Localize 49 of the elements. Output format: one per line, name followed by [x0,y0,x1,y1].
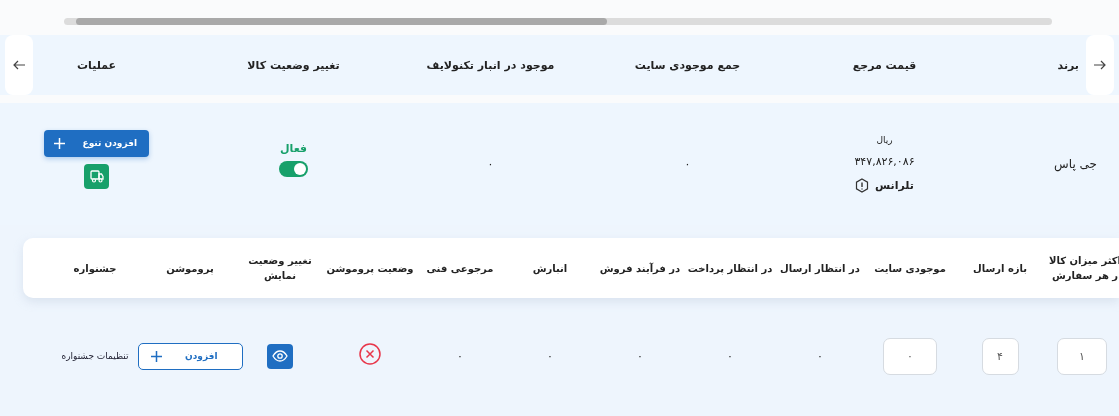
add-promotion-button[interactable]: افزودن [137,342,243,370]
reference-price: ۳۴۷,۸۲۶,۰۸۶ [854,155,915,168]
input-field[interactable]: ۱ [1057,337,1107,375]
input-field[interactable]: ۰ [883,337,937,375]
scroll-right-button[interactable] [1086,35,1114,95]
column-header: مرجوعی فنی [426,261,494,276]
scroll-left-button[interactable] [5,35,33,95]
table-cell: ۰ [817,349,823,363]
column-header: در انتظار پرداخت [687,261,773,276]
column-header: تغییر وضعیت کالا [247,58,340,72]
column-header: در فرآیند فروش [599,261,681,276]
festival-settings-link[interactable]: تنظیمات جشنواره [61,351,129,361]
truck-icon [89,169,104,183]
table-cell: ۰ [547,349,553,363]
scrollbar-thumb[interactable] [76,18,607,25]
column-header: برند [1057,58,1079,72]
column-header: موجودی سایت [874,261,946,276]
plus-icon [150,350,162,362]
column-header: پروموشن [166,261,214,276]
currency-unit: ریال [876,135,893,145]
table-cell: ۰ [457,349,463,363]
plus-icon [54,137,65,149]
warning-icon [855,178,870,193]
add-variant-button[interactable]: افزودن تنوع [44,129,149,157]
status-label: فعال [279,141,308,155]
column-header: بازه ارسال [972,261,1028,276]
column-header: قیمت مرجع [852,58,917,72]
column-header: جشنواره [73,261,117,276]
arrow-right-icon [1094,60,1106,70]
visibility-button[interactable] [267,343,293,369]
input-field[interactable]: ۴ [981,337,1019,375]
status-toggle[interactable] [279,160,308,177]
table-cell: ۰ [637,349,643,363]
column-header: انبارش [532,261,568,276]
column-header: تغییر وضعیت نمایش [247,254,313,283]
brand-name: جی پاس [1054,157,1097,171]
column-header: موجود در انبار تکنولایف [426,58,555,72]
shipping-button[interactable] [84,163,109,189]
table-cell: ۰ [727,349,733,363]
column-header: جمع موجودی سایت [634,58,741,72]
arrow-left-icon [13,60,25,70]
column-header: عملیات [76,58,117,72]
eye-icon [272,350,288,362]
table-cell: ۰ [684,157,691,171]
table-cell: ۰ [487,157,494,171]
column-header: وضعیت پروموشن [326,261,414,276]
tolerance-label: تلرانس [875,179,914,192]
column-header: در انتظار ارسال [780,261,860,276]
scrollbar[interactable] [64,18,1052,25]
